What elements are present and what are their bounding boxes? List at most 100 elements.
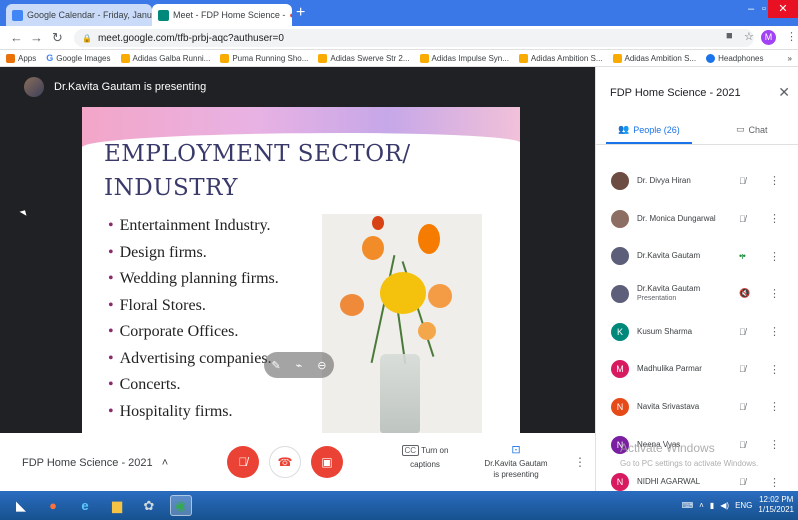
participant-row[interactable]: N NIDHI AGARWAL 🎙̸ ⋮ (596, 464, 798, 491)
tab-label: Meet - FDP Home Science - (173, 10, 286, 20)
remove-icon[interactable]: ⊖ (317, 359, 326, 372)
bookmarks-overflow-icon[interactable]: » (788, 54, 792, 63)
participant-name: Navita Srivastava (637, 401, 700, 411)
bookmark-item[interactable]: Adidas Impulse Syn... (419, 53, 509, 63)
system-tray: ⌨ ˄ ▮ ◀) ENG 12:02 PM 1/15/2021 (682, 495, 794, 515)
red-bud (372, 216, 384, 230)
bookmark-page-icon (612, 53, 622, 63)
participant-menu-icon[interactable]: ⋮ (769, 363, 780, 376)
avatar (611, 284, 629, 303)
presentation-slide: EMPLOYMENT SECTOR/ INDUSTRY Entertainmen… (82, 107, 520, 433)
mic-muted-icon[interactable]: 🎙̸ (739, 440, 746, 450)
volume-icon[interactable]: ◀) (720, 501, 729, 510)
participant-row[interactable]: Dr.Kavita Gautam •ı• ⋮ (596, 237, 798, 275)
chrome-icon[interactable]: ◉ (170, 495, 192, 516)
keyboard-icon[interactable]: ⌨ (682, 501, 694, 510)
bookmark-item[interactable]: Adidas Ambition S... (518, 53, 603, 63)
participant-row[interactable]: Dr.Kavita Gautam Presentation 🔇 ⋮ (596, 275, 798, 313)
participant-row[interactable]: N Neena Vyas 🎙̸ ⋮ (596, 426, 798, 464)
participant-menu-icon[interactable]: ⋮ (769, 438, 780, 451)
clock[interactable]: 12:02 PM 1/15/2021 (758, 495, 794, 515)
bookmark-google-images[interactable]: G Google Images (46, 53, 110, 63)
reload-icon[interactable]: ↻ (52, 30, 63, 46)
bookmark-headphones[interactable]: Headphones (706, 53, 763, 63)
meeting-title-text: FDP Home Science - 2021 (22, 457, 153, 469)
slide-title-line: INDUSTRY (104, 175, 238, 201)
chrome-menu-icon[interactable]: ⋮ (786, 30, 797, 43)
bookmark-page-icon (518, 53, 528, 63)
mic-muted-icon[interactable]: 🎙̸ (739, 327, 746, 337)
pin-icon[interactable]: ✎ (271, 359, 280, 372)
presenting-line: is presenting (493, 470, 539, 479)
participant-menu-icon[interactable]: ⋮ (769, 287, 780, 300)
close-icon[interactable]: ✕ (778, 84, 790, 101)
participant-row[interactable]: K Kusum Sharma 🎙̸ ⋮ (596, 313, 798, 351)
participant-menu-icon[interactable]: ⋮ (769, 476, 780, 489)
bookmark-item[interactable]: Adidas Galba Runni... (120, 53, 210, 63)
avatar (611, 247, 629, 266)
presenting-button[interactable]: ⊡ Dr.Kavita Gautam is presenting (480, 445, 552, 480)
file-explorer-icon[interactable]: ▆ (106, 495, 128, 516)
network-icon[interactable]: ▮ (710, 501, 714, 510)
divider (596, 144, 798, 145)
mic-muted-icon[interactable]: 🎙̸ (739, 176, 746, 186)
camera-icon[interactable]: ■ (726, 30, 733, 42)
internet-explorer-icon[interactable]: e (74, 495, 96, 516)
mic-muted-icon[interactable]: 🎙̸ (739, 402, 746, 412)
presenter-bar: Dr.Kavita Gautam is presenting (0, 67, 595, 107)
minimize-icon[interactable]: – (748, 3, 754, 15)
bookmark-star-icon[interactable]: ☆ (744, 30, 754, 43)
mute-icon[interactable]: ⌁ (296, 359, 303, 372)
google-icon: G (46, 53, 54, 63)
flower-vase-image (322, 214, 482, 433)
more-options-icon[interactable]: ⋮ (574, 455, 586, 469)
profile-avatar[interactable]: M (761, 30, 776, 45)
avatar (611, 209, 629, 228)
url-text: meet.google.com/tfb-prbj-aqc?authuser=0 (97, 32, 284, 44)
url-field[interactable]: 🔒 meet.google.com/tfb-prbj-aqc?authuser=… (74, 29, 754, 47)
audio-off-icon[interactable]: 🔇 (739, 288, 750, 299)
lock-icon: 🔒 (82, 33, 92, 43)
participant-menu-icon[interactable]: ⋮ (769, 325, 780, 338)
bookmark-item[interactable]: Adidas Ambition S... (612, 53, 696, 63)
participant-menu-icon[interactable]: ⋮ (769, 174, 780, 187)
participant-row[interactable]: M Madhulika Parmar 🎙̸ ⋮ (596, 350, 798, 388)
start-button-icon[interactable]: ◣ (10, 495, 32, 516)
avatar (611, 171, 629, 190)
tray-arrow-icon[interactable]: ˄ (699, 501, 704, 510)
panel-title: FDP Home Science - 2021 (610, 87, 741, 99)
tab-label: Google Calendar - Friday, Januar (27, 10, 152, 20)
language-indicator[interactable]: ENG (735, 501, 752, 510)
new-tab-button[interactable]: + (296, 4, 305, 22)
participant-menu-icon[interactable]: ⋮ (769, 250, 780, 263)
orange-flower (428, 284, 452, 308)
camera-off-button[interactable]: ▣ (311, 446, 343, 478)
tab-chat[interactable]: ▭ Chat (736, 124, 768, 135)
microphone-off-button[interactable]: 🎙̸ (227, 446, 259, 478)
mic-muted-icon[interactable]: 🎙̸ (739, 364, 746, 374)
mic-muted-icon[interactable]: 🎙̸ (739, 477, 746, 487)
app-icon[interactable]: ✿ (138, 495, 160, 516)
participant-menu-icon[interactable]: ⋮ (769, 400, 780, 413)
tab-people[interactable]: 👥 People (26) (618, 124, 680, 135)
bookmark-apps[interactable]: Apps (6, 53, 36, 63)
avatar: N (611, 397, 629, 416)
forward-arrow-icon[interactable]: → (30, 30, 43, 45)
bookmark-item[interactable]: Puma Running Sho... (220, 53, 308, 63)
back-arrow-icon[interactable]: ← (10, 30, 23, 45)
leave-call-button[interactable]: ☎ (269, 446, 301, 478)
captions-button[interactable]: CC Turn on captions (390, 445, 460, 469)
participant-row[interactable]: N Navita Srivastava 🎙̸ ⋮ (596, 388, 798, 426)
firefox-icon[interactable]: ● (42, 495, 64, 516)
participant-row[interactable]: Dr. Monica Dungarwal 🎙̸ ⋮ (596, 200, 798, 238)
mic-muted-icon[interactable]: 🎙̸ (739, 214, 746, 224)
maximize-icon[interactable]: ▫ (762, 3, 766, 15)
participant-menu-icon[interactable]: ⋮ (769, 212, 780, 225)
presenter-avatar (24, 77, 44, 97)
participant-row[interactable]: Dr. Divya Hiran 🎙̸ ⋮ (596, 162, 798, 200)
tab-google-meet[interactable]: Meet - FDP Home Science - ● ✕ (152, 4, 292, 26)
meeting-title[interactable]: FDP Home Science - 2021 ˄ (22, 457, 168, 469)
tab-google-calendar[interactable]: Google Calendar - Friday, Januar ✕ (6, 4, 152, 26)
window-close-icon[interactable]: ✕ (768, 0, 798, 18)
bookmark-item[interactable]: Adidas Swerve Str 2... (318, 53, 410, 63)
